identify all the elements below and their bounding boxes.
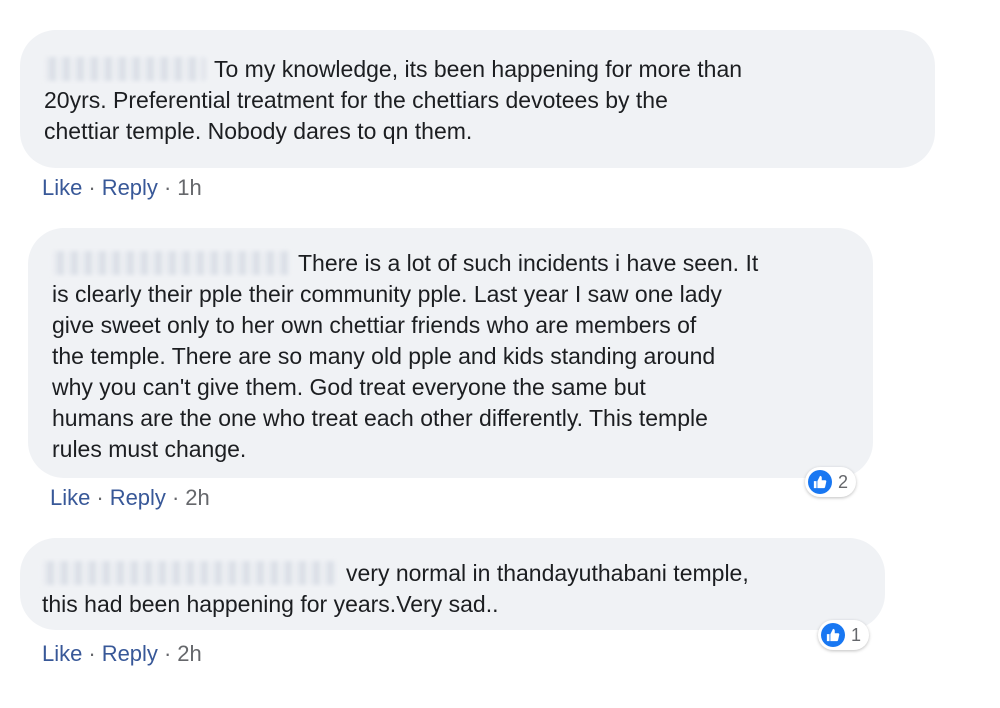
- separator: ·: [163, 175, 172, 200]
- reply-link[interactable]: Reply: [102, 175, 158, 200]
- comment-actions: Like · Reply · 2h: [50, 484, 210, 512]
- comment-text: very normal in thandayuthabani temple, t…: [42, 560, 749, 617]
- thumbs-up-icon: [808, 470, 832, 494]
- comment-text: To my knowledge, its been happening for …: [44, 56, 743, 144]
- comment-bubble: very normal in thandayuthabani temple, t…: [20, 538, 885, 630]
- like-link[interactable]: Like: [42, 175, 82, 200]
- reply-link[interactable]: Reply: [102, 641, 158, 666]
- separator: ·: [88, 175, 96, 200]
- comment-actions: Like · Reply · 2h: [42, 640, 202, 668]
- reaction-badge[interactable]: 2: [805, 467, 857, 497]
- commenter-name-redacted[interactable]: [52, 251, 290, 275]
- like-link[interactable]: Like: [42, 641, 82, 666]
- separator: ·: [171, 485, 180, 510]
- separator: ·: [88, 641, 96, 666]
- timestamp[interactable]: 1h: [177, 175, 201, 200]
- thumbs-up-icon: [821, 623, 845, 647]
- reaction-count: 2: [838, 471, 849, 492]
- reaction-count: 1: [851, 624, 862, 645]
- commenter-name-redacted[interactable]: [44, 57, 206, 81]
- comment-actions: Like · Reply · 1h: [42, 174, 202, 202]
- comment-bubble: To my knowledge, its been happening for …: [20, 30, 935, 168]
- like-link[interactable]: Like: [50, 485, 90, 510]
- separator: ·: [163, 641, 172, 666]
- separator: ·: [96, 485, 104, 510]
- timestamp[interactable]: 2h: [177, 641, 201, 666]
- commenter-name-redacted[interactable]: [42, 561, 338, 585]
- comment-bubble: There is a lot of such incidents i have …: [28, 228, 873, 478]
- reply-link[interactable]: Reply: [110, 485, 166, 510]
- reaction-badge[interactable]: 1: [818, 620, 870, 650]
- comment-text: There is a lot of such incidents i have …: [52, 250, 759, 462]
- timestamp[interactable]: 2h: [185, 485, 209, 510]
